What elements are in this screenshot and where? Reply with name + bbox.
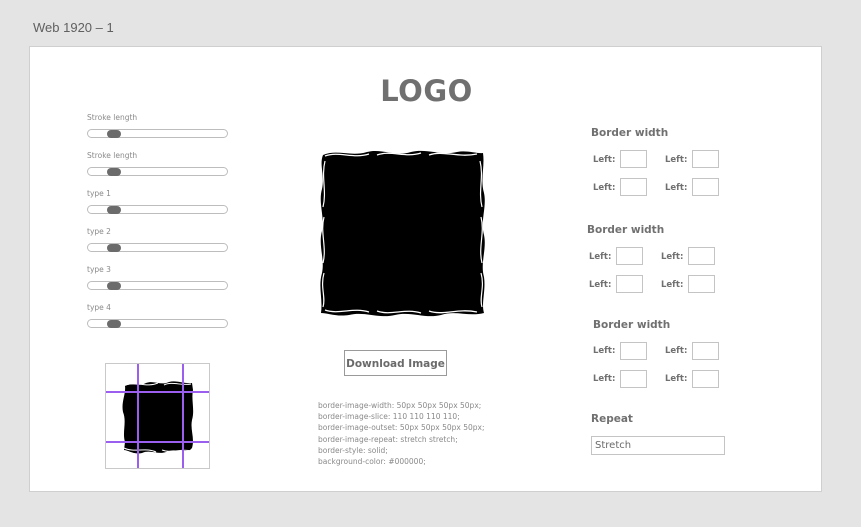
css-line: background-color: #000000; xyxy=(318,457,426,467)
border-width-input[interactable] xyxy=(616,247,643,265)
css-line: border-image-outset: 50px 50px 50px 50px… xyxy=(318,423,485,433)
slice-guide-bottom[interactable] xyxy=(106,441,209,443)
slider-thumb[interactable] xyxy=(106,129,121,138)
slice-guide-top[interactable] xyxy=(106,391,209,393)
slider-label: type 4 xyxy=(87,303,111,312)
css-line: border-image-repeat: stretch stretch; xyxy=(318,434,458,444)
field-label: Left: xyxy=(665,183,688,193)
type-3-slider[interactable] xyxy=(87,281,228,290)
field-label: Left: xyxy=(661,280,684,290)
slider-thumb[interactable] xyxy=(106,205,121,214)
field-label: Left: xyxy=(661,252,684,262)
border-width-title: Border width xyxy=(587,224,665,236)
type-4-slider[interactable] xyxy=(87,319,228,328)
field-label: Left: xyxy=(589,252,612,262)
border-image-preview xyxy=(320,150,485,317)
border-width-input[interactable] xyxy=(692,370,719,388)
type-2-slider[interactable] xyxy=(87,243,228,252)
slider-label: type 1 xyxy=(87,189,111,198)
slice-preview xyxy=(105,363,210,469)
border-width-input[interactable] xyxy=(692,178,719,196)
css-line: border-style: solid; xyxy=(318,445,388,455)
slice-guide-left[interactable] xyxy=(137,364,139,468)
slider-label: type 3 xyxy=(87,265,111,274)
border-width-input[interactable] xyxy=(620,370,647,388)
artboard: LOGO Stroke length Stroke length type 1 … xyxy=(29,46,822,492)
field-label: Left: xyxy=(665,155,688,165)
border-width-input[interactable] xyxy=(692,150,719,168)
slider-label: Stroke length xyxy=(87,151,138,160)
border-width-title: Border width xyxy=(593,319,671,331)
stroke-length-slider[interactable] xyxy=(87,129,228,138)
border-width-input[interactable] xyxy=(692,342,719,360)
slider-label: Stroke length xyxy=(87,113,138,122)
css-line: border-image-width: 50px 50px 50px 50px; xyxy=(318,401,482,410)
logo: LOGO xyxy=(380,74,473,108)
field-label: Left: xyxy=(593,183,616,193)
slider-label: type 2 xyxy=(87,227,111,236)
artboard-title: Web 1920 – 1 xyxy=(33,20,114,35)
field-label: Left: xyxy=(593,374,616,384)
border-width-input[interactable] xyxy=(616,275,643,293)
field-label: Left: xyxy=(593,346,616,356)
download-image-button[interactable]: Download Image xyxy=(344,350,447,376)
stroke-length-slider-2[interactable] xyxy=(87,167,228,176)
border-width-input[interactable] xyxy=(688,247,715,265)
css-output: border-image-width: 50px 50px 50px 50px;… xyxy=(318,400,485,467)
slider-thumb[interactable] xyxy=(106,167,121,176)
field-label: Left: xyxy=(593,155,616,165)
slider-thumb[interactable] xyxy=(106,281,121,290)
repeat-input[interactable]: Stretch xyxy=(591,436,725,455)
border-width-title: Border width xyxy=(591,127,669,139)
border-width-input[interactable] xyxy=(620,150,647,168)
border-width-input[interactable] xyxy=(620,342,647,360)
slider-thumb[interactable] xyxy=(106,243,121,252)
field-label: Left: xyxy=(665,374,688,384)
field-label: Left: xyxy=(589,280,612,290)
slice-guide-right[interactable] xyxy=(182,364,184,468)
border-width-input[interactable] xyxy=(688,275,715,293)
slider-thumb[interactable] xyxy=(106,319,121,328)
brush-frame-thumbnail xyxy=(122,381,194,454)
border-width-input[interactable] xyxy=(620,178,647,196)
type-1-slider[interactable] xyxy=(87,205,228,214)
field-label: Left: xyxy=(665,346,688,356)
css-line: border-image-slice: 110 110 110 110; xyxy=(318,412,460,422)
repeat-title: Repeat xyxy=(591,413,633,425)
